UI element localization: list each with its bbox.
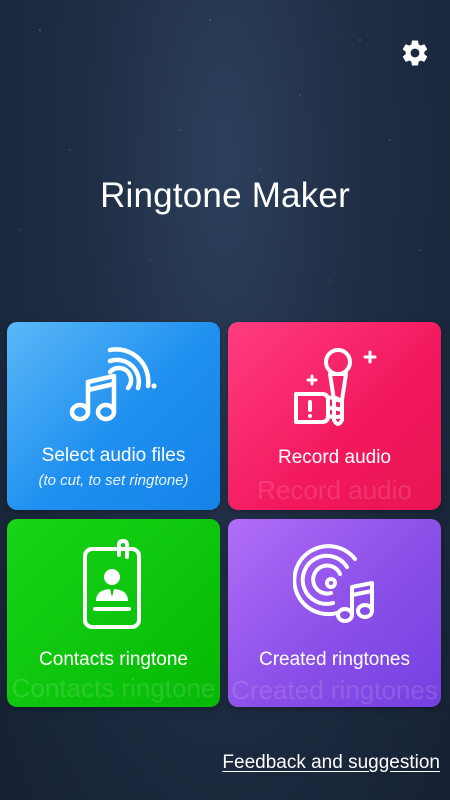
feedback-link[interactable]: Feedback and suggestion <box>222 752 440 774</box>
contacts-ringtone-label: Contacts ringtone <box>39 649 188 670</box>
settings-button[interactable] <box>398 36 432 70</box>
record-audio-label: Record audio <box>277 447 392 468</box>
select-audio-files-label: Select audio files <box>41 445 186 466</box>
disc-music-icon <box>292 544 374 623</box>
microphone-icon <box>293 348 376 426</box>
created-ringtones-label: Created ringtones <box>258 649 411 670</box>
select-audio-files-tile[interactable]: Select audio files (to cut, to set ringt… <box>7 322 220 510</box>
contact-card-icon <box>82 539 141 629</box>
record-audio-ghost-label: Record audio <box>257 475 412 505</box>
created-ringtones-tile[interactable]: Created ringtones Created ringtones <box>228 519 441 707</box>
music-note-wave-icon <box>69 347 157 422</box>
contacts-ringtone-tile[interactable]: Contacts ringtone Contacts ringtone <box>7 519 220 707</box>
select-audio-files-subtitle: (to cut, to set ringtone) <box>38 472 189 489</box>
app-title: Ringtone Maker <box>100 176 350 215</box>
gear-icon <box>402 40 428 66</box>
created-ringtones-ghost-label: Created ringtones <box>231 675 438 705</box>
contacts-ringtone-ghost-label: Contacts ringtone <box>11 673 216 703</box>
record-audio-tile[interactable]: Record audio Record audio <box>228 322 441 510</box>
